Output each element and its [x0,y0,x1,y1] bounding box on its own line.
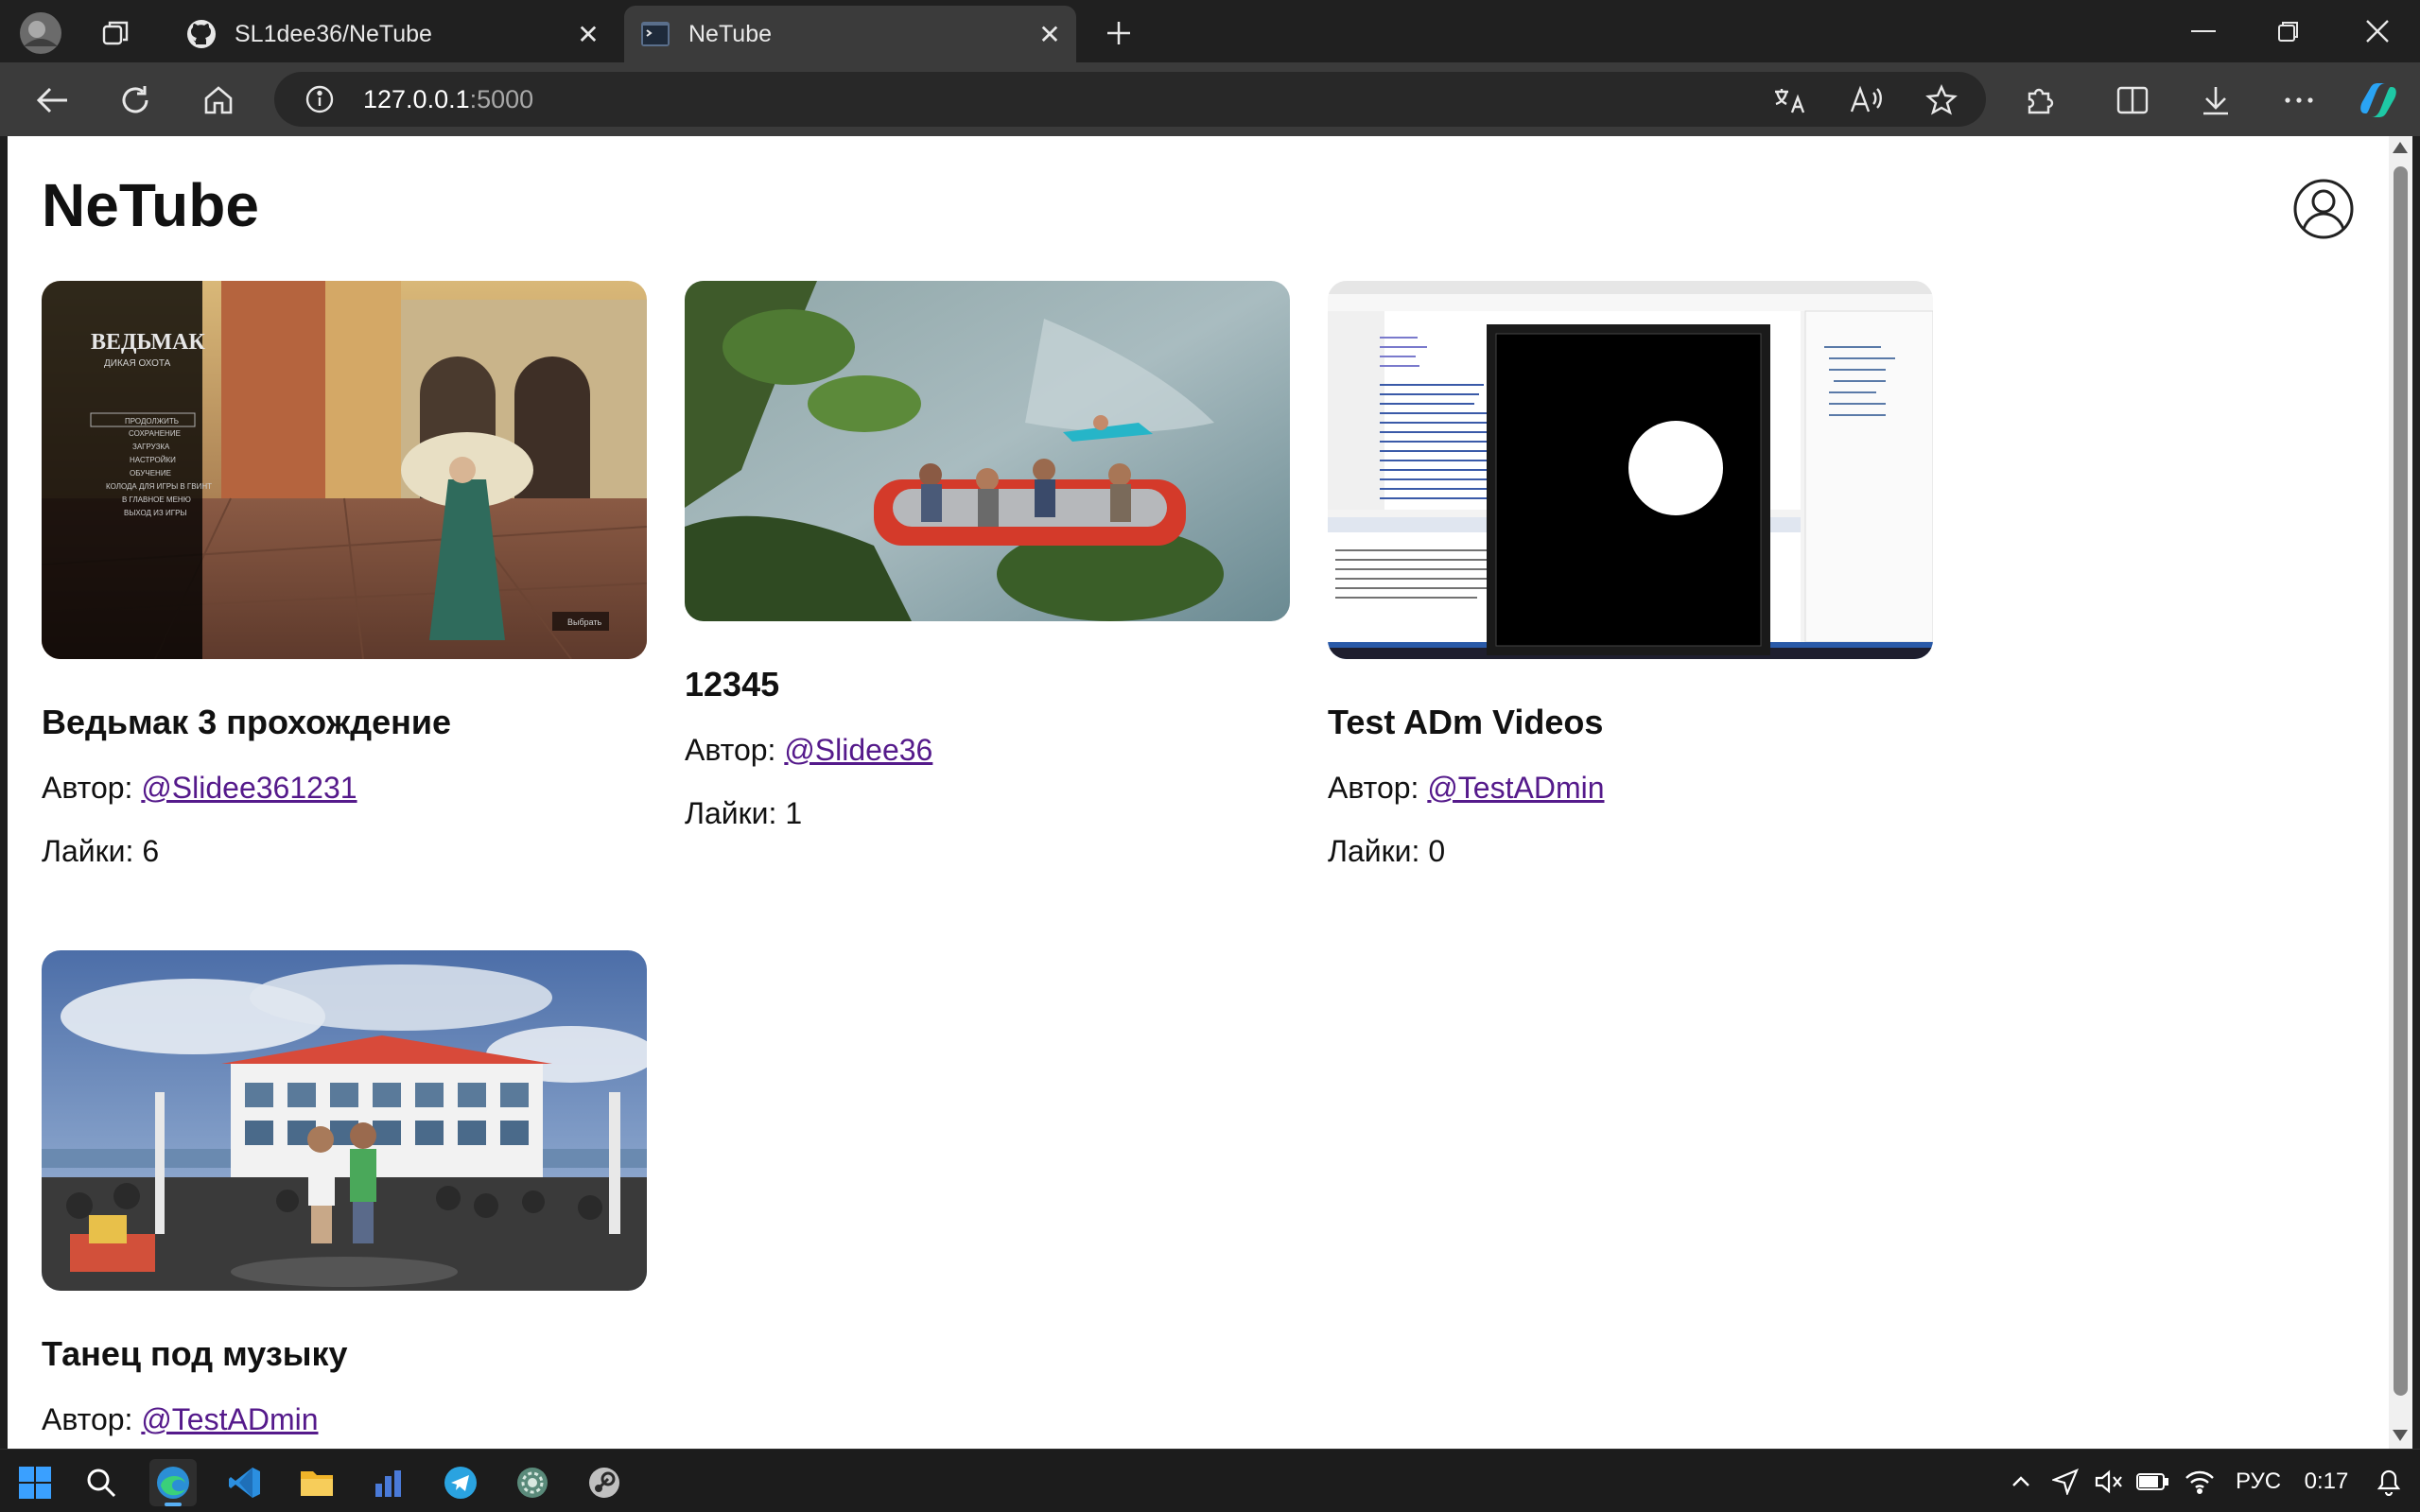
video-thumbnail[interactable] [685,281,1290,621]
search-icon[interactable] [78,1459,125,1506]
volume-muted-icon[interactable] [2090,1461,2128,1503]
video-card[interactable]: 12345 Автор: @Slidee36 Лайки: 1 [685,281,1290,831]
chart-app-icon[interactable] [365,1459,412,1506]
video-likes: Лайки: 1 [685,796,803,830]
vscode-icon[interactable] [221,1459,269,1506]
address-bar[interactable]: 127.0.0.1:5000 [274,72,1986,127]
video-card[interactable]: ВЕДЬМАК ДИКАЯ ОХОТА ПРОДОЛЖИТЬ СОХРАНЕНИ… [42,281,647,869]
home-icon[interactable] [193,76,244,125]
video-likes: Лайки: 0 [1328,834,1446,868]
read-aloud-icon[interactable] [1840,76,1891,125]
scrollbar-thumb[interactable] [2394,166,2408,1396]
terminal-icon [639,18,671,50]
tab-netube[interactable]: NeTube ✕ [624,6,1076,62]
video-card[interactable]: Test ADm Videos Автор: @TestADmin Лайки:… [1328,281,1933,869]
settings-gear-icon[interactable] [509,1459,556,1506]
copilot-icon[interactable] [2353,76,2404,125]
notifications-bell-icon[interactable] [2370,1461,2408,1503]
witcher-menu-item: ВЫХОД ИЗ ИГРЫ [124,509,186,517]
witcher-menu-item: НАСТРОЙКИ [130,456,176,464]
refresh-icon[interactable] [110,76,161,125]
new-tab-icon[interactable] [1095,9,1142,57]
windows-start-icon[interactable] [11,1459,59,1506]
browser-toolbar: 127.0.0.1:5000 [0,62,2420,136]
witcher-menu-item: В ГЛАВНОЕ МЕНЮ [122,495,191,504]
video-author: Автор: @Slidee361231 [42,771,357,805]
downloads-icon[interactable] [2190,76,2241,125]
restore-icon[interactable] [2251,8,2326,55]
video-title[interactable]: Test ADm Videos [1328,703,1933,742]
video-title[interactable]: 12345 [685,665,1290,704]
author-link[interactable]: @Slidee361231 [141,771,357,805]
url-text: 127.0.0.1:5000 [363,84,534,113]
author-link[interactable]: @TestADmin [1427,771,1604,805]
translate-icon[interactable] [1765,76,1816,125]
scroll-up-arrow-icon[interactable] [2393,142,2408,153]
windows-taskbar: РУС 0:17 [0,1449,2420,1512]
telegram-icon[interactable] [437,1459,484,1506]
wifi-icon[interactable] [2181,1461,2219,1503]
edge-browser-icon[interactable] [149,1459,197,1506]
witcher-menu-item: ЗАГРУЗКА [132,443,170,451]
scroll-down-arrow-icon[interactable] [2393,1430,2408,1441]
extensions-icon[interactable] [2014,76,2065,125]
show-hidden-icons-chevron-icon[interactable] [2005,1461,2037,1503]
battery-icon[interactable] [2133,1461,2171,1503]
page-scrollbar[interactable] [2389,136,2412,1449]
clock-time[interactable]: 0:17 [2298,1461,2355,1503]
github-icon [185,18,218,50]
close-window-icon[interactable] [2340,8,2415,55]
witcher-menu-item: КОЛОДА ДЛЯ ИГРЫ В ГВИНТ [106,482,212,491]
tab-github[interactable]: SL1dee36/NeTube ✕ [170,6,615,62]
input-language-indicator[interactable]: РУС [2232,1461,2285,1503]
back-icon[interactable] [26,76,78,125]
profile-avatar-icon[interactable] [17,9,64,57]
video-title[interactable]: Танец под музыку [42,1334,647,1374]
close-tab-icon[interactable]: ✕ [569,15,607,53]
video-author: Автор: @TestADmin [42,1402,319,1436]
video-likes: Лайки: 6 [42,834,160,868]
site-title[interactable]: NeTube [42,170,259,240]
workspaces-icon[interactable] [93,9,140,57]
witcher-menu-item: СОХРАНЕНИЕ [129,429,181,438]
video-thumbnail[interactable] [42,950,647,1291]
video-author: Автор: @Slidee36 [685,733,933,767]
witcher-logo-text: ВЕДЬМАК [91,330,205,355]
video-card[interactable]: Танец под музыку Автор: @TestADmin [42,950,647,1437]
favorite-star-icon[interactable] [1916,76,1967,125]
witcher-logo-subtitle: ДИКАЯ ОХОТА [104,358,171,369]
split-screen-icon[interactable] [2107,76,2158,125]
more-options-icon[interactable] [2273,76,2324,125]
video-thumbnail[interactable]: ВЕДЬМАК ДИКАЯ ОХОТА ПРОДОЛЖИТЬ СОХРАНЕНИ… [42,281,647,659]
page-viewport: NeTube ВЕДЬМАК ДИКАЯ ОХОТА ПРОДОЛЖИТЬ СО… [8,136,2389,1449]
site-info-icon[interactable] [301,80,339,118]
author-link[interactable]: @Slidee36 [784,733,932,767]
witcher-select-hint: Выбрать [567,617,602,627]
steam-icon[interactable] [581,1459,628,1506]
file-explorer-icon[interactable] [293,1459,340,1506]
tab-title: SL1dee36/NeTube [235,20,432,47]
close-tab-icon[interactable]: ✕ [1031,15,1069,53]
tab-title: NeTube [688,20,773,47]
user-profile-icon[interactable] [2292,178,2355,240]
location-arrow-icon[interactable] [2046,1461,2084,1503]
minimize-icon[interactable] [2166,8,2241,55]
video-thumbnail[interactable] [1328,281,1933,659]
browser-tab-strip: SL1dee36/NeTube ✕ NeTube ✕ [0,0,2420,62]
video-author: Автор: @TestADmin [1328,771,1605,805]
author-link[interactable]: @TestADmin [141,1402,318,1436]
witcher-menu-item: ОБУЧЕНИЕ [130,469,171,478]
video-title[interactable]: Ведьмак 3 прохождение [42,703,647,742]
witcher-menu-item: ПРОДОЛЖИТЬ [125,417,179,426]
